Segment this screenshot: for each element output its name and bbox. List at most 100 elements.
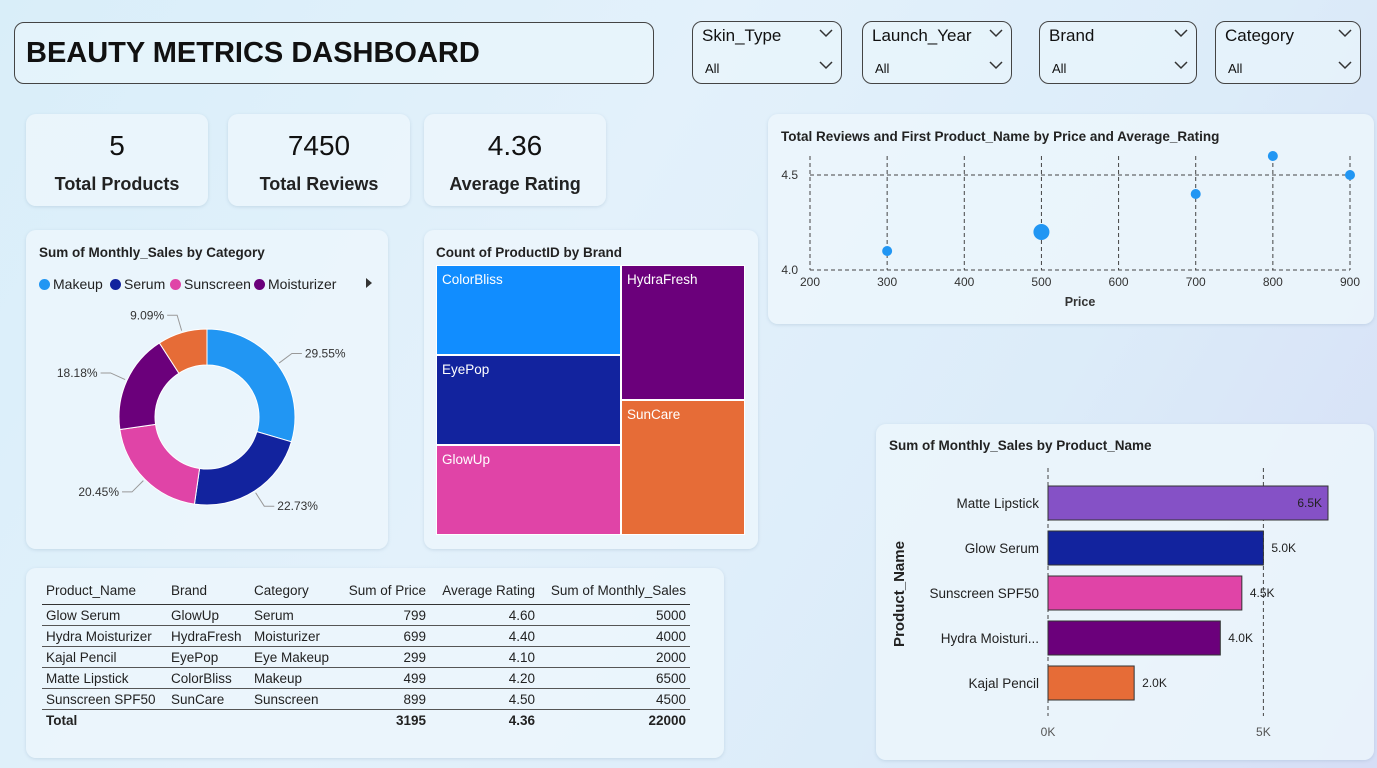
table-cell: 4.50 [430,688,539,710]
chevron-down-icon[interactable] [989,60,1003,70]
scatter-chart-card[interactable]: Total Reviews and First Product_Name by … [768,114,1374,324]
slicer-label: Launch_Year [872,26,972,45]
table-cell: HydraFresh [167,625,250,647]
table-cell: 3195 [395,712,426,728]
column-header-product-name[interactable]: Product_Name [42,580,167,605]
column-header-brand[interactable]: Brand [167,580,250,605]
donut-leader-line [167,314,183,331]
chevron-down-icon[interactable] [1338,60,1352,70]
column-header-category[interactable]: Category [250,580,338,605]
y-axis-title: Product_Name [891,541,908,647]
bar-data-label: 4.5K [1250,586,1275,600]
x-tick-label: 800 [1263,275,1283,289]
column-header-sum-of-monthly-sales[interactable]: Sum of Monthly_Sales [539,580,690,605]
scatter-point[interactable] [1033,224,1050,240]
table-cell: SunCare [167,688,250,710]
bar-chart-card[interactable]: Sum of Monthly_Sales by Product_Name 0K 5… [876,424,1374,760]
donut-leader-line [122,480,144,493]
table-cell: 4.36 [508,712,535,728]
chevron-down-icon[interactable] [989,28,1003,38]
donut-leader-line [255,492,275,507]
donut-slice-serum[interactable] [193,431,293,506]
table-cell: 2000 [539,646,690,668]
table-cell: Kajal Pencil [42,646,167,668]
treemap-card[interactable]: Count of ProductID by Brand ColorBliss H… [424,230,758,549]
bar-category-label: Glow Serum [965,541,1039,556]
table-cell: 5000 [539,604,690,626]
slicer-launch-year[interactable]: Launch_Year All [862,21,1012,84]
scatter-point[interactable] [1267,151,1278,161]
scatter-chart[interactable]: 200 300 400 500 600 700 800 900 4.0 4.5 Price [768,114,1374,324]
scatter-point[interactable] [1190,189,1201,199]
donut-slice-makeup[interactable] [206,328,296,443]
slicer-skin-type[interactable]: Skin_Type All [692,21,842,84]
bar[interactable] [1047,575,1243,611]
treemap-cell-glowup[interactable]: GlowUp [436,445,621,535]
treemap-cell-suncare[interactable]: SunCare [621,400,745,535]
kpi-caption: Total Products [54,174,180,194]
slicer-label: Brand [1049,26,1095,45]
bar-chart[interactable]: 0K 5K Product_Name Matte Lipstick 6.5K Glow S… [876,424,1374,760]
scatter-point[interactable] [1345,170,1355,180]
treemap-label: GlowUp [442,452,491,467]
slicer-category[interactable]: Category All [1215,21,1361,84]
table-cell: Total [46,712,78,728]
table-cell: 4.20 [430,667,539,689]
table-cell: 4500 [539,688,690,710]
donut-leader-line [100,372,126,381]
dashboard-title-box: BEAUTY METRICS DASHBOARD [14,22,654,84]
treemap-cell-hydrafresh[interactable]: HydraFresh [621,265,745,400]
table-cell [250,710,338,731]
kpi-value: 5 [109,130,125,161]
column-header-sum-of-price[interactable]: Sum of Price [338,580,430,605]
donut-data-label: 20.45% [78,485,119,499]
bar[interactable] [1047,620,1221,656]
kpi-average-rating: 4.36 Average Rating [424,114,606,206]
chevron-down-icon[interactable] [819,28,833,38]
slicer-value: All [875,61,890,76]
bar[interactable] [1047,485,1329,521]
table-cell: 4.60 [430,604,539,626]
table-row[interactable]: Kajal Pencil EyePop Eye Makeup 299 4.10 … [42,646,690,668]
treemap-cell-eyepop[interactable]: EyePop [436,355,621,445]
donut-data-label: 18.18% [57,366,98,380]
bar[interactable] [1047,665,1135,701]
kpi-caption: Total Reviews [259,174,379,194]
chevron-down-icon[interactable] [819,60,833,70]
table-cell: 4.10 [430,646,539,668]
x-tick-label: 900 [1340,275,1360,289]
x-tick-label: 5K [1256,725,1271,739]
x-tick-label: 200 [800,275,820,289]
table-cell: Sunscreen [250,688,338,710]
table-row[interactable]: Sunscreen SPF50 SunCare Sunscreen 899 4.… [42,688,690,710]
chevron-down-icon[interactable] [1338,28,1352,38]
table-cell: GlowUp [167,604,250,626]
chart-title: Count of ProductID by Brand [436,245,622,260]
donut-chart[interactable]: 29.55% 22.73% 20.45% 18.18% 9.09% [26,230,388,549]
table-row[interactable]: Hydra Moisturizer HydraFresh Moisturizer… [42,625,690,647]
donut-chart-card[interactable]: Sum of Monthly_Sales by Category Makeup … [26,230,388,549]
treemap-label: HydraFresh [627,272,698,287]
slicer-label: Category [1225,26,1294,45]
slicer-value: All [705,61,720,76]
slicer-brand[interactable]: Brand All [1039,21,1197,84]
data-table-card[interactable]: Product_Name Brand Category Sum of Price… [26,568,724,758]
table-cell: Sunscreen SPF50 [42,688,167,710]
chevron-down-icon[interactable] [1174,60,1188,70]
table-cell: Eye Makeup [250,646,338,668]
x-tick-label: 600 [1109,275,1129,289]
table-row[interactable]: Glow Serum GlowUp Serum 799 4.60 5000 [42,604,690,626]
y-tick-label: 4.5 [781,168,798,182]
column-header-average-rating[interactable]: Average Rating [430,580,539,605]
table-cell: 22000 [648,712,686,728]
donut-data-label: 29.55% [305,346,346,360]
bar-category-label: Hydra Moisturi... [941,631,1039,646]
chevron-down-icon[interactable] [1174,28,1188,38]
table-row[interactable]: Matte Lipstick ColorBliss Makeup 499 4.2… [42,667,690,689]
bar-data-label: 4.0K [1228,631,1253,645]
bar[interactable] [1047,530,1264,566]
data-table[interactable]: Product_Name Brand Category Sum of Price… [42,580,690,730]
treemap-cell-colorbliss[interactable]: ColorBliss [436,265,621,355]
scatter-point[interactable] [882,246,893,256]
table-cell: 799 [338,604,430,626]
